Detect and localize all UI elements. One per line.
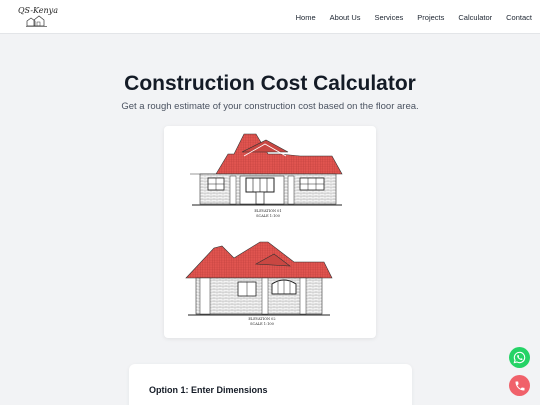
nav-links: Home About Us Services Projects Calculat… bbox=[282, 0, 532, 34]
nav-link-contact[interactable]: Contact bbox=[506, 13, 532, 22]
page-subtitle: Get a rough estimate of your constructio… bbox=[121, 101, 419, 112]
nav-link-about-us[interactable]: About Us bbox=[330, 13, 361, 22]
house-logo-icon bbox=[26, 15, 47, 27]
front-elevation-label: ELEVATION 01 SCALE 1:100 bbox=[238, 209, 298, 218]
side-elevation-scale: SCALE 1:100 bbox=[250, 321, 274, 326]
nav-link-projects[interactable]: Projects bbox=[417, 13, 444, 22]
house-plan-card: ELEVATION 01 SCALE 1:100 ELEVATION 02 SC… bbox=[164, 126, 376, 338]
page-title: Construction Cost Calculator bbox=[124, 72, 416, 95]
navbar: QS-Kenya Home About Us Services Projects… bbox=[0, 0, 540, 34]
call-button[interactable] bbox=[509, 375, 530, 396]
logo-text: QS-Kenya bbox=[18, 6, 58, 15]
logo[interactable]: QS-Kenya bbox=[18, 6, 58, 28]
side-elevation-label: ELEVATION 02 SCALE 1:100 bbox=[232, 317, 292, 326]
whatsapp-button[interactable] bbox=[509, 347, 530, 368]
side-elevation bbox=[185, 241, 333, 316]
option-1-title: Option 1: Enter Dimensions bbox=[149, 385, 268, 395]
house-elevation-drawings bbox=[185, 133, 343, 316]
phone-icon bbox=[515, 381, 524, 390]
nav-link-calculator[interactable]: Calculator bbox=[458, 13, 492, 22]
nav-link-services[interactable]: Services bbox=[375, 13, 404, 22]
nav-link-home[interactable]: Home bbox=[296, 13, 316, 22]
option-1-card: Option 1: Enter Dimensions bbox=[129, 364, 412, 405]
front-elevation-scale: SCALE 1:100 bbox=[256, 213, 280, 218]
whatsapp-icon bbox=[513, 351, 526, 364]
front-elevation bbox=[190, 133, 343, 206]
